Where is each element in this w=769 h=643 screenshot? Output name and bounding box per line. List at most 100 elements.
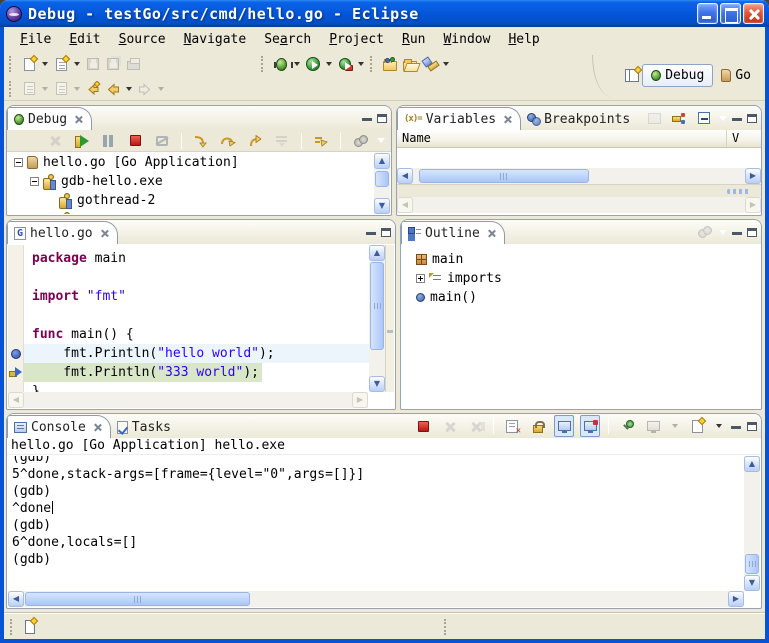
new-project-dropdown[interactable] xyxy=(74,62,80,66)
open-type-button[interactable] xyxy=(380,53,400,75)
scroll-left-arrow[interactable]: ◀ xyxy=(397,197,413,213)
external-tools-button[interactable] xyxy=(335,53,355,75)
variables-table-empty[interactable] xyxy=(397,148,761,168)
variables-minimize-button[interactable] xyxy=(732,118,742,121)
new-wizard-button[interactable] xyxy=(19,53,39,75)
statusbar-drag-handle[interactable] xyxy=(10,619,14,635)
minimize-button[interactable] xyxy=(697,3,718,24)
tree-row[interactable] xyxy=(8,210,374,214)
console-minimize-button[interactable] xyxy=(731,426,741,429)
variables-detail-sash[interactable] xyxy=(397,184,761,197)
gutter-cell[interactable] xyxy=(8,363,23,382)
menu-item-help[interactable]: Help xyxy=(500,30,547,49)
tree-expander-plus[interactable] xyxy=(416,274,425,283)
external-tools-dropdown[interactable] xyxy=(358,62,364,66)
show-type-names-button[interactable] xyxy=(644,107,664,129)
tab-console-close-icon[interactable] xyxy=(93,423,102,432)
console-vscrollbar[interactable]: ▲ ▼ xyxy=(744,456,760,591)
instruction-pointer-icon[interactable] xyxy=(9,367,22,378)
use-step-filters-button[interactable] xyxy=(311,130,331,152)
tab-hello-go-close-icon[interactable] xyxy=(100,229,109,238)
scroll-left-arrow[interactable]: ◀ xyxy=(397,168,413,184)
scrollbar-thumb[interactable] xyxy=(745,554,759,574)
tree-row[interactable]: gothread-2 xyxy=(8,191,374,210)
suspend-button[interactable] xyxy=(98,130,118,152)
menu-item-edit[interactable]: Edit xyxy=(61,30,108,49)
toolbar-drag-handle[interactable] xyxy=(261,56,266,72)
debug-dropdown[interactable] xyxy=(294,62,300,66)
gutter-cell[interactable] xyxy=(8,287,23,306)
open-console-dropdown[interactable] xyxy=(716,424,722,428)
tree-row[interactable]: imports xyxy=(410,269,760,288)
gutter-cell[interactable] xyxy=(8,249,23,268)
tab-tasks[interactable]: Tasks xyxy=(111,416,179,438)
scroll-left-arrow[interactable]: ◀ xyxy=(8,392,24,408)
outline-tree[interactable]: mainimportsmain() xyxy=(402,245,760,408)
scrollbar-thumb[interactable] xyxy=(419,169,589,183)
debug-maximize-button[interactable] xyxy=(377,114,387,123)
console-hscrollbar[interactable]: ◀ ▶ xyxy=(8,591,744,607)
scroll-down-arrow[interactable]: ▼ xyxy=(369,376,385,392)
step-over-button[interactable] xyxy=(218,130,238,152)
outline-view-menu[interactable] xyxy=(719,230,727,235)
tree-expander-minus[interactable] xyxy=(30,177,39,186)
scroll-right-arrow[interactable]: ▶ xyxy=(745,168,761,184)
editor-hscrollbar[interactable]: ◀ ▶ xyxy=(8,392,368,408)
forward-button[interactable] xyxy=(135,78,155,100)
drop-to-frame-button[interactable] xyxy=(272,130,292,152)
scroll-left-arrow[interactable]: ◀ xyxy=(8,591,24,607)
console-terminate-button[interactable] xyxy=(413,415,433,437)
toolbar-drag-handle[interactable] xyxy=(9,56,14,72)
remove-all-launches-button[interactable] xyxy=(465,415,485,437)
tree-expander-minus[interactable] xyxy=(14,158,23,167)
variables-hscrollbar[interactable]: ◀ ▶ xyxy=(397,168,761,184)
remove-all-terminated-button[interactable] xyxy=(44,130,64,152)
perspective-debug-button[interactable]: Debug xyxy=(642,64,713,87)
next-annotation-dropdown[interactable] xyxy=(42,87,48,91)
show-logical-structure-button[interactable] xyxy=(669,107,689,129)
menu-item-navigate[interactable]: Navigate xyxy=(176,30,255,49)
tree-row[interactable]: gdb-hello.exe xyxy=(8,172,374,191)
scroll-down-arrow[interactable]: ▼ xyxy=(374,198,390,214)
step-into-button[interactable] xyxy=(191,130,211,152)
tab-debug[interactable]: Debug xyxy=(7,107,92,130)
search-dropdown[interactable] xyxy=(443,62,449,66)
outline-maximize-button[interactable] xyxy=(747,228,757,237)
debug-minimize-button[interactable] xyxy=(362,118,372,121)
gutter-cell[interactable] xyxy=(8,268,23,287)
new-wizard-dropdown[interactable] xyxy=(42,62,48,66)
remove-launch-button[interactable] xyxy=(439,415,459,437)
scroll-down-arrow[interactable]: ▼ xyxy=(744,575,760,591)
variables-view-menu[interactable] xyxy=(719,116,727,121)
display-selected-console-button[interactable] xyxy=(643,415,663,437)
search-button[interactable] xyxy=(420,53,440,75)
display-console-dropdown[interactable] xyxy=(672,424,678,428)
close-button[interactable] xyxy=(743,3,764,24)
scroll-up-arrow[interactable]: ▲ xyxy=(374,153,390,169)
editor-minimize-button[interactable] xyxy=(366,232,376,235)
breakpoint-icon[interactable] xyxy=(11,349,21,359)
step-return-button[interactable] xyxy=(245,130,265,152)
scrollbar-thumb[interactable] xyxy=(25,592,250,606)
scroll-up-arrow[interactable]: ▲ xyxy=(744,456,760,472)
open-resource-button[interactable] xyxy=(400,53,420,75)
tab-outline[interactable]: Outline xyxy=(401,221,505,244)
show-stderr-toggle[interactable] xyxy=(580,415,600,437)
console-maximize-button[interactable] xyxy=(747,422,757,431)
collapse-all-button[interactable] xyxy=(694,107,714,129)
clear-console-button[interactable] xyxy=(502,415,522,437)
back-dropdown[interactable] xyxy=(126,87,132,91)
run-dropdown[interactable] xyxy=(326,62,332,66)
editor-maximize-button[interactable] xyxy=(381,228,391,237)
gutter-cell[interactable] xyxy=(8,344,23,363)
run-button[interactable] xyxy=(303,53,323,75)
debug-tree-scrollbar[interactable]: ▲ ▼ xyxy=(374,153,390,214)
scroll-right-arrow[interactable]: ▶ xyxy=(728,591,744,607)
scrollbar-thumb[interactable] xyxy=(375,171,389,187)
overview-annotation-mark[interactable] xyxy=(387,330,393,333)
pin-console-button[interactable] xyxy=(617,415,637,437)
column-name[interactable]: Name xyxy=(397,130,727,147)
debug-view-menu[interactable] xyxy=(377,138,385,143)
menu-item-search[interactable]: Search xyxy=(256,30,319,49)
scroll-lock-button[interactable] xyxy=(528,415,548,437)
